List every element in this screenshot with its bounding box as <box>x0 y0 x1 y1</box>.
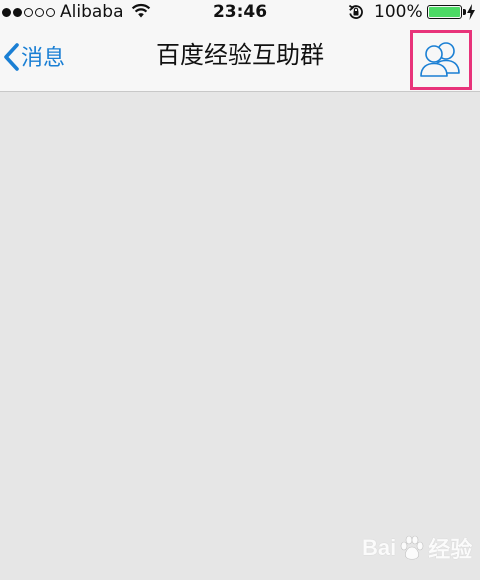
baidu-jingyan-watermark: Bai 经验 <box>362 532 472 564</box>
battery-level-fill <box>429 7 460 17</box>
group-members-icon <box>420 42 460 77</box>
rotation-lock-icon <box>348 4 363 19</box>
watermark-text-left: Bai <box>362 535 397 560</box>
navigation-bar: 消息 百度经验互助群 <box>0 24 480 92</box>
group-members-button[interactable] <box>410 30 472 90</box>
battery-icon <box>427 5 466 19</box>
page-title: 百度经验互助群 <box>156 41 324 69</box>
charging-bolt-icon <box>467 4 475 20</box>
baidu-paw-icon <box>400 535 424 560</box>
watermark-text-right: 经验 <box>428 537 473 562</box>
chat-content-area <box>0 92 480 580</box>
